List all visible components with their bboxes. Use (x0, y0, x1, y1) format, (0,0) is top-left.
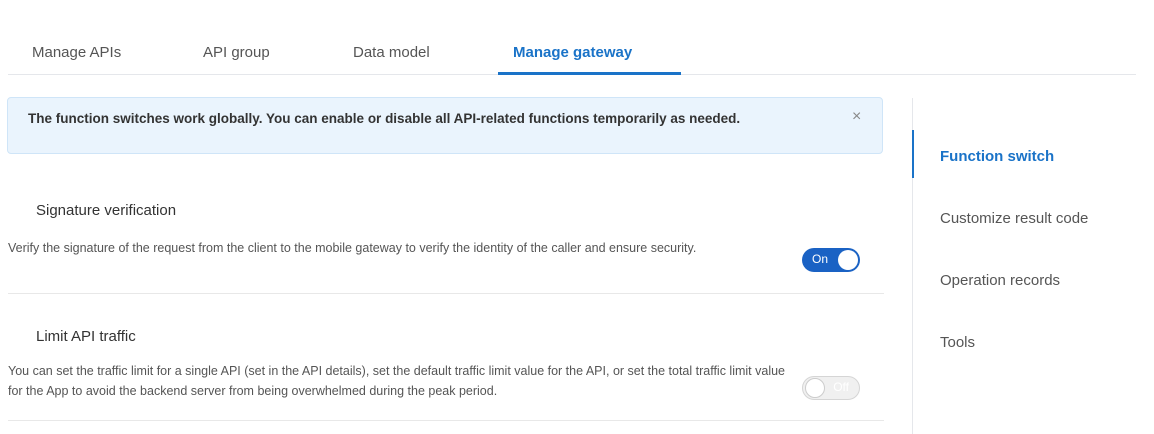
tab-manage-apis[interactable]: Manage APIs (32, 32, 121, 74)
toggle-knob (838, 250, 858, 270)
signature-verification-toggle[interactable]: On (802, 248, 860, 272)
active-tab-indicator (498, 72, 681, 75)
toggle-knob (805, 378, 825, 398)
section-divider (8, 420, 884, 421)
signature-verification-description: Verify the signature of the request from… (8, 241, 697, 255)
section-divider (8, 293, 884, 294)
main-tabs: Manage APIs API group Data model Manage … (8, 32, 1136, 75)
nav-item-function-switch[interactable]: Function switch (940, 148, 1054, 165)
limit-api-traffic-toggle[interactable]: Off (802, 376, 860, 400)
info-alert: The function switches work globally. You… (7, 97, 883, 154)
nav-item-tools[interactable]: Tools (940, 334, 975, 351)
alert-message: The function switches work globally. You… (28, 111, 741, 126)
active-nav-indicator (912, 130, 914, 178)
nav-item-operation-records[interactable]: Operation records (940, 272, 1060, 289)
toggle-off-label: Off (833, 380, 849, 394)
tab-api-group[interactable]: API group (203, 32, 270, 74)
nav-item-customize-result-code[interactable]: Customize result code (940, 210, 1088, 227)
toggle-on-label: On (812, 252, 829, 266)
tab-manage-gateway[interactable]: Manage gateway (513, 32, 632, 74)
limit-api-traffic-title: Limit API traffic (36, 328, 136, 345)
tab-data-model[interactable]: Data model (353, 32, 430, 74)
right-anchor-nav: Function switch Customize result code Op… (912, 98, 1143, 434)
limit-api-traffic-description: You can set the traffic limit for a sing… (8, 364, 786, 398)
signature-verification-title: Signature verification (36, 202, 177, 219)
close-icon[interactable]: × (852, 108, 861, 126)
